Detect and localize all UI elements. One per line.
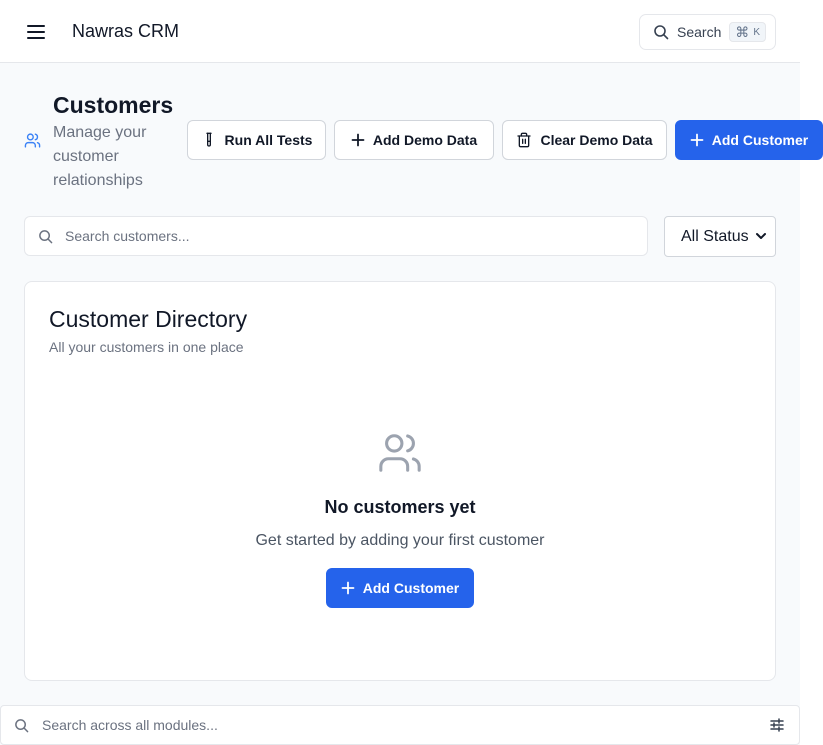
add-customer-label: Add Customer bbox=[711, 132, 809, 148]
command-key-icon: ⌘ bbox=[735, 23, 750, 40]
status-filter-select[interactable]: All Status bbox=[664, 216, 776, 257]
search-icon bbox=[654, 25, 669, 40]
page-subtitle: Manage your customer relationships bbox=[53, 124, 147, 189]
test-tube-icon bbox=[205, 132, 212, 147]
chevron-down-icon bbox=[756, 233, 766, 239]
clear-demo-data-label: Clear Demo Data bbox=[540, 132, 653, 148]
empty-add-customer-label: Add Customer bbox=[362, 580, 460, 596]
status-filter-value: All Status bbox=[681, 227, 749, 245]
global-search-button[interactable]: Search ⌘ K bbox=[639, 14, 776, 50]
sliders-icon[interactable] bbox=[770, 718, 784, 732]
run-all-tests-label: Run All Tests bbox=[224, 132, 313, 148]
shortcut-key: K bbox=[753, 26, 761, 38]
app-root: Nawras CRM Search ⌘ K Customers Manage y… bbox=[0, 0, 823, 745]
empty-state-title: No customers yet bbox=[324, 497, 476, 517]
run-all-tests-button[interactable]: Run All Tests bbox=[187, 120, 326, 160]
page-title: Customers bbox=[53, 92, 174, 118]
clear-demo-data-button[interactable]: Clear Demo Data bbox=[502, 120, 667, 160]
global-module-search bbox=[0, 705, 800, 745]
add-demo-data-button[interactable]: Add Demo Data bbox=[334, 120, 494, 160]
add-customer-button[interactable]: Add Customer bbox=[675, 120, 823, 160]
add-demo-data-label: Add Demo Data bbox=[372, 132, 478, 148]
customer-search-field bbox=[24, 216, 648, 256]
card-description: All your customers in one place bbox=[49, 339, 244, 355]
plus-icon bbox=[351, 133, 365, 147]
users-icon bbox=[379, 434, 421, 472]
hamburger-icon bbox=[27, 25, 45, 39]
search-icon bbox=[39, 229, 53, 243]
trash-icon bbox=[517, 132, 532, 148]
search-shortcut-badge: ⌘ K bbox=[729, 22, 767, 42]
menu-button[interactable] bbox=[18, 17, 54, 47]
search-button-label: Search bbox=[677, 24, 722, 40]
search-icon bbox=[15, 718, 29, 732]
customer-directory-card: Customer Directory All your customers in… bbox=[24, 281, 776, 681]
global-module-search-input[interactable] bbox=[42, 717, 742, 733]
plus-icon bbox=[690, 133, 704, 147]
customer-search-input[interactable] bbox=[65, 228, 605, 244]
plus-icon bbox=[341, 581, 355, 595]
app-title: Nawras CRM bbox=[72, 21, 180, 41]
empty-state-description: Get started by adding your first custome… bbox=[255, 532, 545, 549]
card-title: Customer Directory bbox=[49, 306, 248, 332]
empty-add-customer-button[interactable]: Add Customer bbox=[326, 568, 474, 608]
users-icon bbox=[24, 133, 41, 148]
top-header: Nawras CRM Search ⌘ K bbox=[0, 0, 800, 63]
